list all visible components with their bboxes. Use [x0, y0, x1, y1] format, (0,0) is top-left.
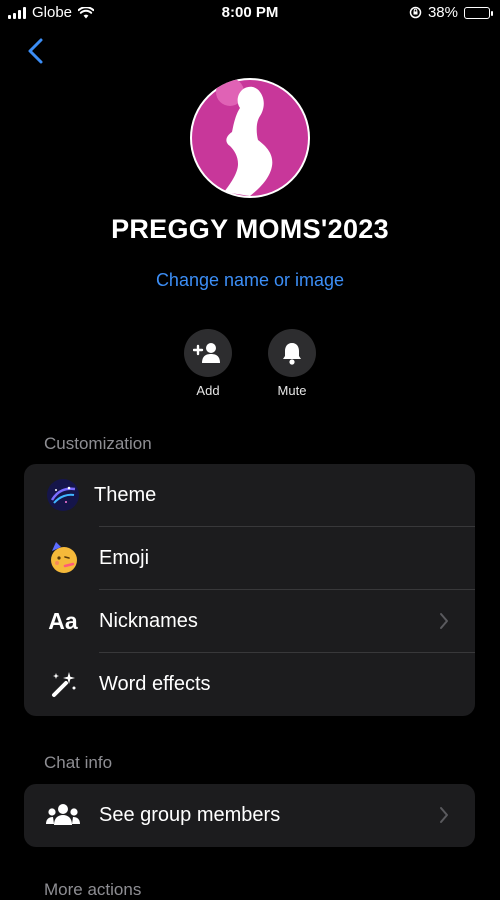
battery-icon — [464, 6, 493, 19]
customization-header: Customization — [44, 434, 152, 453]
chevron-right-icon — [440, 613, 448, 629]
more-actions-header: More actions — [44, 880, 142, 899]
chevron-right-icon — [440, 807, 448, 823]
magic-wand-icon — [46, 667, 80, 701]
add-person-icon — [193, 343, 220, 363]
pregnant-woman-silhouette-icon — [192, 78, 308, 196]
orientation-lock-icon — [409, 6, 422, 19]
people-group-icon — [46, 798, 80, 832]
bell-icon — [283, 343, 301, 365]
battery-group: 38% — [409, 4, 493, 21]
status-bar: Globe 8:00 PM 38% — [0, 0, 500, 26]
add-button[interactable]: Add — [178, 329, 238, 398]
theme-row[interactable]: Theme — [24, 464, 475, 527]
partying-face-emoji-icon — [46, 541, 80, 575]
battery-percent: 38% — [427, 4, 458, 21]
group-avatar[interactable] — [190, 78, 310, 198]
emoji-label: Emoji — [99, 547, 150, 569]
word-effects-label: Word effects — [99, 673, 211, 695]
mute-button[interactable]: Mute — [262, 329, 322, 398]
see-group-members-row[interactable]: See group members — [24, 784, 475, 847]
word-effects-row[interactable]: Word effects — [24, 653, 475, 716]
add-label: Add — [196, 383, 220, 398]
galaxy-theme-icon — [46, 478, 80, 512]
nicknames-row[interactable]: Aa Nicknames — [24, 590, 475, 653]
aa-text-icon: Aa — [48, 607, 78, 634]
theme-label: Theme — [94, 484, 157, 506]
mute-label: Mute — [277, 383, 307, 398]
group-name: PREGGY MOMS'2023 — [111, 214, 389, 244]
mute-button-circle[interactable] — [268, 329, 316, 377]
back-button[interactable] — [24, 36, 48, 66]
see-group-members-label: See group members — [99, 804, 281, 826]
chat-info-card: See group members — [24, 784, 475, 847]
add-button-circle[interactable] — [184, 329, 232, 377]
change-name-or-image-link[interactable]: Change name or image — [0, 270, 500, 291]
chat-info-header: Chat info — [44, 753, 113, 772]
emoji-row[interactable]: Emoji — [24, 527, 475, 590]
nicknames-label: Nicknames — [99, 610, 198, 632]
customization-card: Theme Emoji Aa Nicknames Word effects — [24, 464, 475, 716]
